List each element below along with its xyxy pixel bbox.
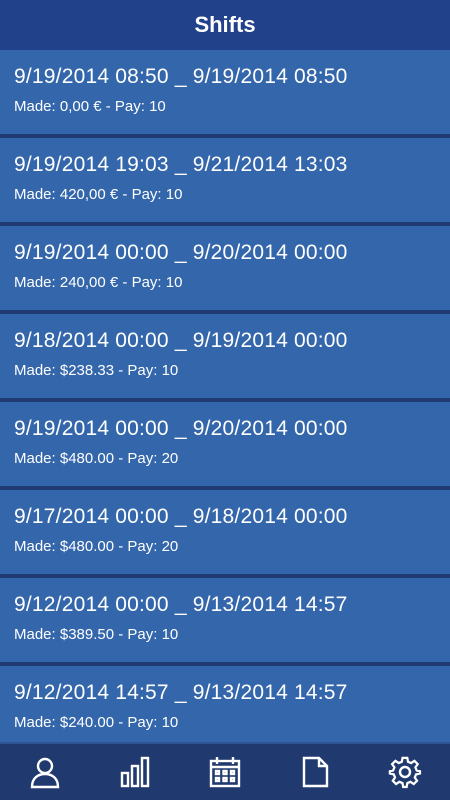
shift-list-item[interactable]: 9/17/2014 00:00 _ 9/18/2014 00:00 Made: …	[0, 490, 450, 578]
shift-pay-details: Made: 420,00 € - Pay: 10	[14, 186, 183, 203]
shift-date-range: 9/19/2014 08:50 _ 9/19/2014 08:50	[14, 65, 348, 88]
shift-date-range: 9/19/2014 00:00 _ 9/20/2014 00:00	[14, 241, 348, 264]
document-icon	[302, 756, 329, 788]
gear-icon	[388, 756, 422, 789]
top-bar: Shifts	[0, 0, 450, 50]
shift-list[interactable]: 9/19/2014 08:50 _ 9/19/2014 08:50 Made: …	[0, 50, 450, 744]
nav-calendar-button[interactable]	[180, 744, 270, 800]
nav-stats-button[interactable]	[90, 744, 180, 800]
shift-pay-details: Made: $238.33 - Pay: 10	[14, 362, 179, 379]
nav-profile-button[interactable]	[0, 744, 90, 800]
shift-list-item[interactable]: 9/19/2014 08:50 _ 9/19/2014 08:50 Made: …	[0, 50, 450, 138]
shift-pay-details: Made: 0,00 € - Pay: 10	[14, 98, 166, 115]
nav-report-button[interactable]	[270, 744, 360, 800]
calendar-icon	[209, 757, 241, 788]
shift-date-range: 9/12/2014 14:57 _ 9/13/2014 14:57	[14, 681, 348, 704]
shift-pay-details: Made: $240.00 - Pay: 10	[14, 714, 179, 731]
shift-pay-details: Made: 240,00 € - Pay: 10	[14, 274, 183, 291]
shift-date-range: 9/19/2014 19:03 _ 9/21/2014 13:03	[14, 153, 348, 176]
shift-list-item[interactable]: 9/19/2014 19:03 _ 9/21/2014 13:03 Made: …	[0, 138, 450, 226]
shift-pay-details: Made: $389.50 - Pay: 10	[14, 626, 179, 643]
shift-list-item[interactable]: 9/19/2014 00:00 _ 9/20/2014 00:00 Made: …	[0, 402, 450, 490]
shift-list-item[interactable]: 9/12/2014 00:00 _ 9/13/2014 14:57 Made: …	[0, 578, 450, 666]
shift-list-item[interactable]: 9/19/2014 00:00 _ 9/20/2014 00:00 Made: …	[0, 226, 450, 314]
page-title: Shifts	[194, 12, 256, 37]
shift-list-item[interactable]: 9/12/2014 14:57 _ 9/13/2014 14:57 Made: …	[0, 666, 450, 744]
shift-pay-details: Made: $480.00 - Pay: 20	[14, 538, 179, 555]
user-icon	[30, 757, 60, 789]
bottom-navigation	[0, 742, 450, 800]
app-screen: Shifts 9/19/2014 08:50 _ 9/19/2014 08:50…	[0, 0, 450, 800]
bar-chart-icon	[120, 756, 150, 788]
shift-date-range: 9/17/2014 00:00 _ 9/18/2014 00:00	[14, 505, 348, 528]
nav-settings-button[interactable]	[360, 744, 450, 800]
shift-pay-details: Made: $480.00 - Pay: 20	[14, 450, 179, 467]
shift-list-item[interactable]: 9/18/2014 00:00 _ 9/19/2014 00:00 Made: …	[0, 314, 450, 402]
shift-date-range: 9/18/2014 00:00 _ 9/19/2014 00:00	[14, 329, 348, 352]
shift-date-range: 9/12/2014 00:00 _ 9/13/2014 14:57	[14, 593, 348, 616]
shift-date-range: 9/19/2014 00:00 _ 9/20/2014 00:00	[14, 417, 348, 440]
